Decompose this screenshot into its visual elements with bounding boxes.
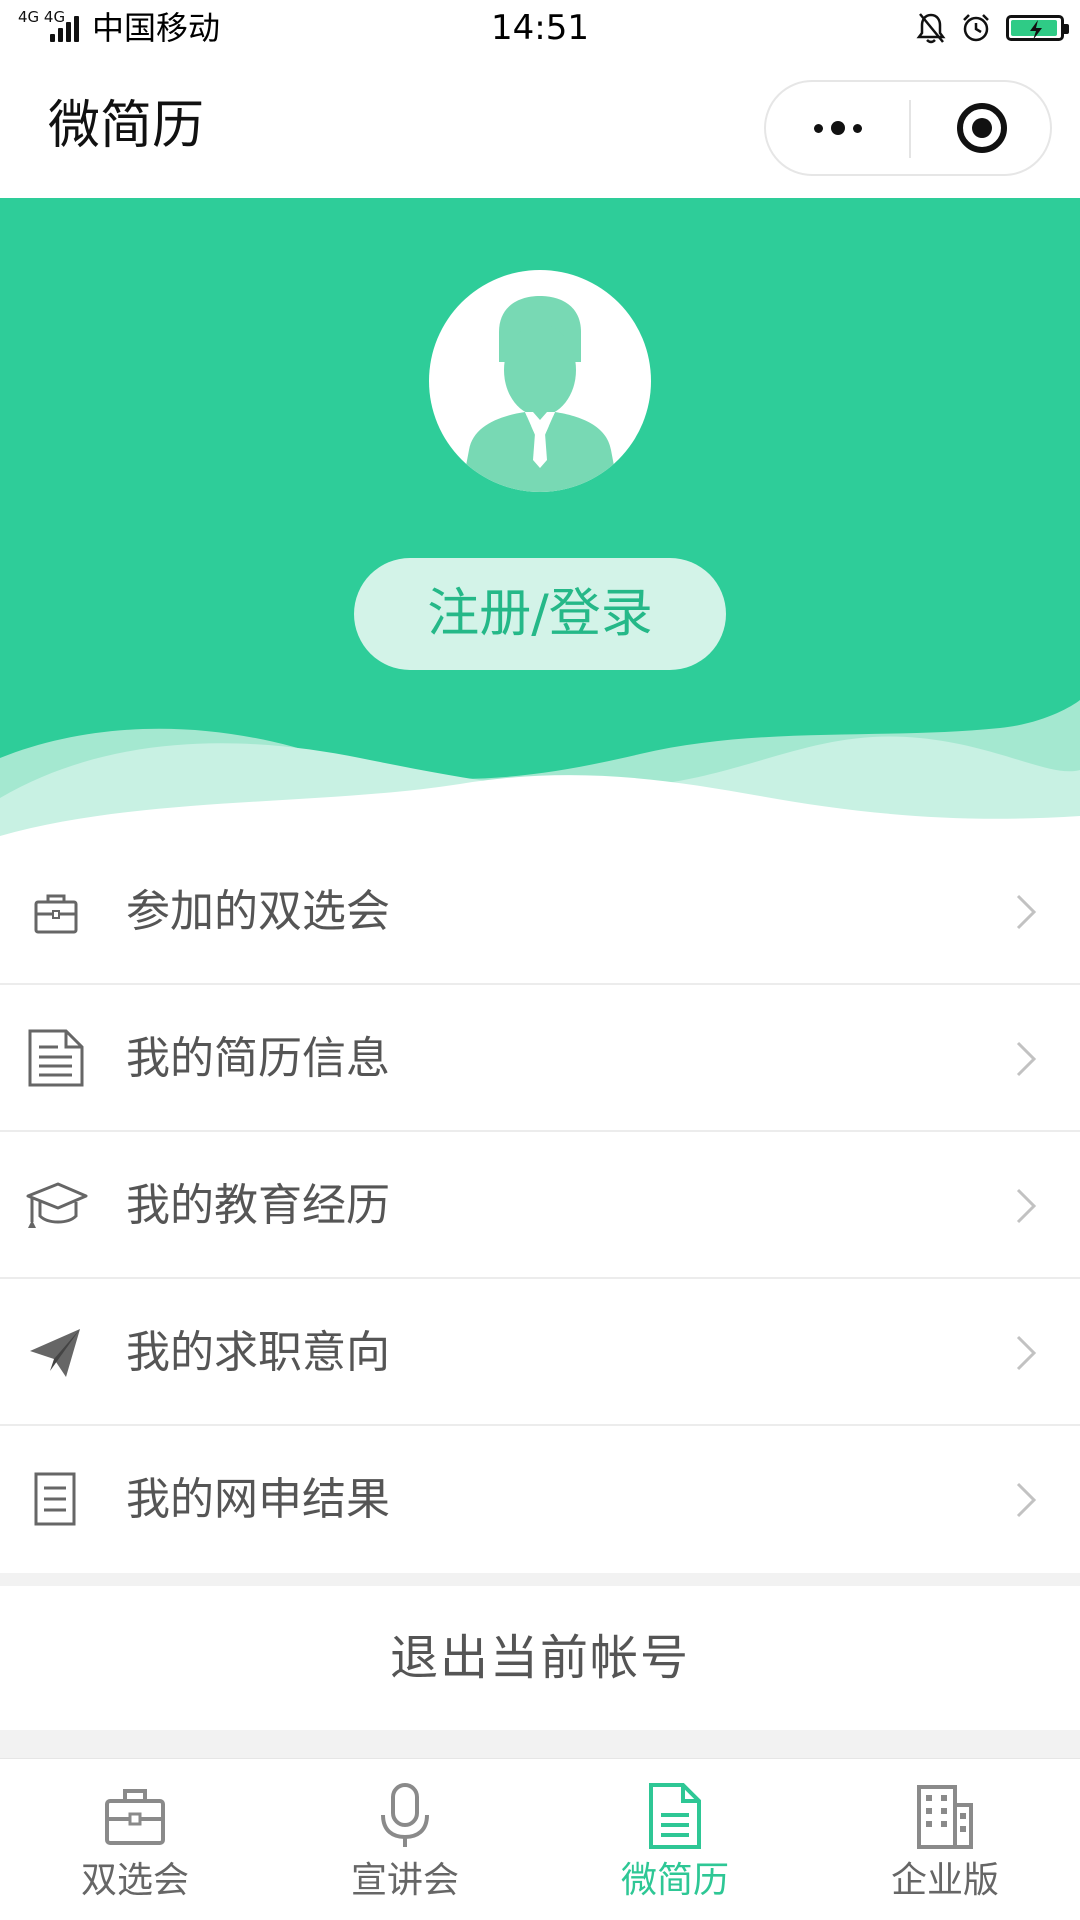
- resume-icon: [649, 1783, 701, 1849]
- page-title: 微简历: [48, 96, 205, 156]
- wave-decoration: [0, 700, 1080, 838]
- capsule-menu: [764, 80, 1052, 176]
- graduation-cap-icon: [26, 1182, 88, 1228]
- menu-item-application-results[interactable]: 我的网申结果: [0, 1426, 1080, 1573]
- tab-job-fairs[interactable]: 双选会: [0, 1759, 270, 1920]
- menu-item-label: 我的简历信息: [126, 1033, 390, 1084]
- menu-item-joined-fairs[interactable]: 参加的双选会: [0, 838, 1080, 985]
- menu-list: 参加的双选会 我的简历信息 我的教育经历 我的求职意向 我的网申结果: [0, 838, 1080, 1573]
- chevron-right-icon: [1016, 1041, 1037, 1077]
- logout-row: 退出当前帐号: [0, 1586, 1080, 1730]
- mute-bell-icon: [916, 13, 946, 44]
- profile-header: 注册/登录: [0, 198, 1080, 838]
- menu-item-label: 我的网申结果: [126, 1474, 390, 1525]
- tab-label: 双选会: [80, 1860, 189, 1901]
- paper-plane-icon: [30, 1329, 80, 1377]
- menu-item-resume-info[interactable]: 我的简历信息: [0, 985, 1080, 1132]
- menu-item-label: 参加的双选会: [126, 886, 390, 937]
- briefcase-icon: [34, 894, 78, 934]
- briefcase-icon: [105, 1789, 165, 1845]
- user-avatar-icon[interactable]: [429, 270, 651, 492]
- screen: 4G 4G 中国移动 14:51 微简历 注册/登录 参加的双选会 我的简历信息…: [0, 0, 1080, 1920]
- tab-label: 微简历: [620, 1860, 729, 1901]
- title-bar: 微简历: [0, 58, 1080, 198]
- logout-button[interactable]: 退出当前帐号: [0, 1628, 1080, 1688]
- tab-label: 企业版: [890, 1860, 999, 1901]
- chevron-right-icon: [1016, 1335, 1037, 1371]
- status-icons: [916, 12, 1069, 44]
- document-icon: [28, 1029, 84, 1087]
- tab-label: 宣讲会: [350, 1860, 459, 1901]
- microphone-icon: [381, 1783, 429, 1847]
- target-icon[interactable]: [911, 82, 1052, 174]
- building-icon: [917, 1785, 973, 1849]
- alarm-icon: [963, 14, 989, 42]
- register-login-button[interactable]: 注册/登录: [354, 558, 726, 670]
- menu-item-job-intention[interactable]: 我的求职意向: [0, 1279, 1080, 1426]
- menu-item-label: 我的求职意向: [126, 1327, 390, 1378]
- more-icon[interactable]: [766, 82, 909, 174]
- list-icon: [34, 1472, 76, 1526]
- tab-bar: 双选会 宣讲会 微简历 企业版: [0, 1758, 1080, 1920]
- chevron-right-icon: [1016, 1188, 1037, 1224]
- menu-item-label: 我的教育经历: [126, 1180, 390, 1231]
- tab-resume[interactable]: 微简历: [540, 1759, 810, 1920]
- tab-talks[interactable]: 宣讲会: [270, 1759, 540, 1920]
- chevron-right-icon: [1016, 894, 1037, 930]
- status-bar: 4G 4G 中国移动 14:51: [0, 0, 1080, 58]
- tab-enterprise[interactable]: 企业版: [810, 1759, 1080, 1920]
- battery-charging-icon: [1006, 15, 1069, 41]
- chevron-right-icon: [1016, 1482, 1037, 1518]
- menu-item-education[interactable]: 我的教育经历: [0, 1132, 1080, 1279]
